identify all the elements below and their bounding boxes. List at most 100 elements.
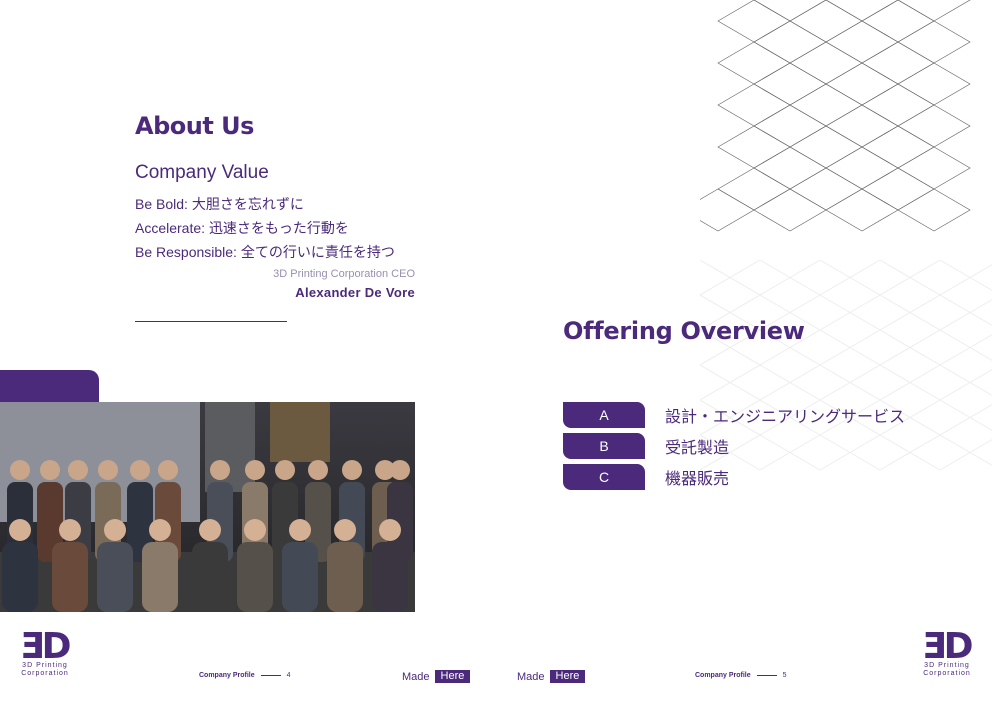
footer-rule	[260, 675, 281, 676]
footer-rule	[756, 675, 777, 676]
ceo-name: Alexander De Vore	[295, 285, 415, 300]
diamond-shape	[717, 167, 791, 211]
diamond-shape	[717, 0, 791, 43]
offering-letter-badge: A	[563, 402, 645, 428]
faint-line	[700, 294, 992, 466]
team-photo	[0, 402, 415, 612]
diamond-shape	[897, 188, 971, 232]
company-logo-left: ƎD 3D Printing Corporation	[20, 626, 71, 678]
here-label: Here	[549, 670, 586, 683]
faint-line	[939, 260, 992, 291]
offering-item-text: 設計・エンジニアリングサービス	[665, 409, 906, 426]
ceo-title: 3D Printing Corporation CEO	[273, 268, 415, 280]
page-number: 4	[286, 672, 291, 679]
person-head	[104, 519, 126, 541]
person-head	[390, 460, 410, 480]
footer-page-label-left: Company Profile 4	[199, 672, 291, 679]
faint-line	[700, 299, 992, 471]
diamond-shape	[861, 0, 935, 43]
section-divider	[135, 321, 287, 322]
diamond-shape	[753, 62, 827, 106]
value-text: 全ての行いに責任を持つ	[240, 244, 395, 260]
diamond-shape	[825, 20, 899, 64]
diamond-shape	[717, 83, 791, 127]
page-number: 5	[782, 672, 787, 679]
faint-line	[759, 334, 992, 471]
diamond-shape	[861, 41, 935, 85]
value-text: 迅速さをもった行動を	[208, 220, 349, 236]
person-body	[52, 542, 88, 612]
person-head	[275, 460, 295, 480]
diamond-shape	[789, 125, 863, 169]
faint-line	[879, 260, 992, 326]
person-head	[59, 519, 81, 541]
value-key: Be Responsible:	[135, 244, 237, 260]
made-label: Made	[402, 670, 430, 683]
person-body	[237, 542, 273, 612]
company-profile-label: Company Profile	[695, 672, 751, 679]
diamond-shape	[753, 0, 827, 22]
diamond-shape	[825, 62, 899, 106]
logo-line-2: Corporation	[21, 670, 69, 677]
person-body	[327, 542, 363, 612]
offering-item-text: 受託製造	[665, 440, 730, 457]
value-be-bold: Be Bold: 大胆さを忘れずに	[135, 194, 304, 214]
faint-line	[700, 264, 992, 436]
diamond-shape	[825, 0, 899, 22]
person-body	[372, 542, 408, 612]
diamond-shape	[897, 62, 971, 106]
offering-letter-badge: C	[563, 464, 645, 490]
diamond-shape	[753, 104, 827, 148]
diamond-shape	[861, 167, 935, 211]
logo-mark: ƎD	[922, 626, 973, 667]
value-key: Accelerate:	[135, 220, 206, 236]
diamond-shape	[825, 188, 899, 232]
logo-line-1: 3D Printing	[22, 662, 68, 669]
here-label: Here	[434, 670, 471, 683]
diamond-shape	[789, 41, 863, 85]
person-head	[342, 460, 362, 480]
person-body	[142, 542, 178, 612]
logo-line-1: 3D Printing	[924, 662, 970, 669]
person-head	[308, 460, 328, 480]
diamond-shape	[789, 167, 863, 211]
faint-pattern-decoration	[700, 260, 992, 471]
made-label: Made	[517, 670, 545, 683]
person-body	[282, 542, 318, 612]
offering-item-text: 機器販売	[665, 471, 730, 488]
person-head	[199, 519, 221, 541]
diamond-shape	[861, 83, 935, 127]
diamond-shape	[897, 0, 971, 22]
faint-line	[939, 439, 992, 471]
person-head	[334, 519, 356, 541]
person-head	[40, 460, 60, 480]
faint-line	[819, 260, 992, 361]
person-head	[245, 460, 265, 480]
logo-mark: ƎD	[20, 626, 71, 667]
person-head	[149, 519, 171, 541]
diamond-shape	[789, 83, 863, 127]
diamond-shape	[825, 146, 899, 190]
person-head	[68, 460, 88, 480]
offering-letter-badge: B	[563, 433, 645, 459]
person-head	[379, 519, 401, 541]
value-be-responsible: Be Responsible: 全ての行いに責任を持つ	[135, 242, 395, 262]
diamond-shape	[753, 20, 827, 64]
diamond-shape	[700, 188, 755, 232]
company-profile-label: Company Profile	[199, 672, 255, 679]
person-body	[2, 542, 38, 612]
faint-line	[879, 404, 992, 471]
company-value-subtitle: Company Value	[135, 162, 269, 183]
person-head	[244, 519, 266, 541]
diamond-shape	[897, 20, 971, 64]
diamond-shape	[753, 188, 827, 232]
about-title: About Us	[135, 112, 254, 140]
person-body	[192, 542, 228, 612]
person-head	[210, 460, 230, 480]
diamond-shape	[825, 104, 899, 148]
faint-line	[759, 260, 992, 396]
value-accelerate: Accelerate: 迅速さをもった行動を	[135, 218, 349, 238]
diamond-shape	[753, 146, 827, 190]
diamond-shape	[789, 0, 863, 43]
footer-page-label-right: Company Profile 5	[695, 672, 787, 679]
